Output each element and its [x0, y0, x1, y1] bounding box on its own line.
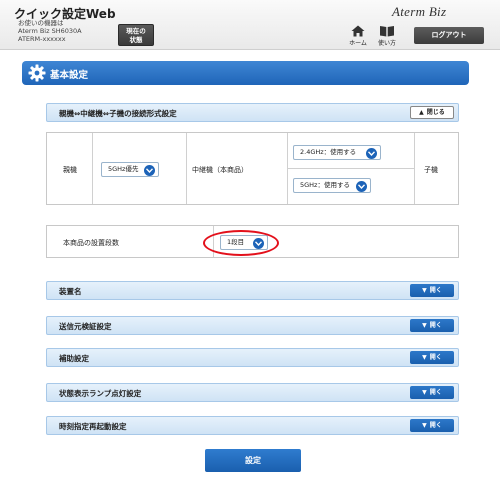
table-divider — [186, 133, 187, 204]
logout-button[interactable]: ログアウト — [414, 27, 484, 44]
parent-band-select[interactable]: 5GHz優先 — [101, 162, 159, 177]
usage-button[interactable]: 使い方 — [375, 25, 399, 47]
open-section-button[interactable]: ▼ 開く — [410, 319, 454, 332]
current-status-button[interactable]: 現在の 状態 — [118, 24, 154, 46]
table-divider — [414, 133, 415, 204]
section-device-name[interactable]: 装置名 ▼ 開く — [46, 281, 459, 300]
section-auxiliary[interactable]: 補助設定 ▼ 開く — [46, 348, 459, 367]
chevron-down-icon: ▼ — [422, 422, 427, 429]
band-5ghz-value: 5GHz：使用する — [300, 181, 350, 189]
home-label: ホーム — [349, 40, 367, 47]
parent-label: 親機 — [63, 166, 77, 174]
close-label: 閉じる — [426, 109, 445, 116]
section-title: 状態表示ランプ点灯設定 — [59, 389, 142, 398]
model-caption: お使いの機器は — [18, 19, 64, 27]
chevron-down-icon — [356, 180, 367, 192]
open-label: 開く — [429, 389, 442, 396]
chevron-down-icon: ▼ — [422, 389, 427, 396]
chevron-up-icon: ▲ — [419, 109, 424, 116]
open-section-button[interactable]: ▼ 開く — [410, 351, 454, 364]
section-title: 補助設定 — [59, 354, 89, 363]
section-scheduled-reboot[interactable]: 時刻指定再起動設定 ▼ 開く — [46, 416, 459, 435]
chevron-down-icon: ▼ — [422, 322, 427, 329]
section-status-lamp[interactable]: 状態表示ランプ点灯設定 ▼ 開く — [46, 383, 459, 402]
connection-section-title: 親機⇔中継機⇔子機の接続形式設定 — [59, 109, 177, 118]
book-icon — [380, 26, 394, 37]
open-label: 開く — [429, 422, 442, 429]
section-title: 装置名 — [59, 287, 82, 296]
child-label: 子機 — [424, 166, 438, 174]
header: クイック設定Web お使いの機器は Aterm Biz SH6030A ATER… — [0, 0, 500, 50]
section-source-verification[interactable]: 送信元検証設定 ▼ 開く — [46, 316, 459, 335]
table-divider — [287, 168, 414, 169]
submit-button[interactable]: 設定 — [205, 449, 301, 472]
repeater-label: 中継機（本商品） — [192, 166, 248, 174]
connection-table: 親機 5GHz優先 中継機（本商品） 2.4GHz：使用する 5GHz：使用する… — [46, 132, 459, 205]
section-title: 時刻指定再起動設定 — [59, 422, 127, 431]
close-section-button[interactable]: ▲ 閉じる — [410, 106, 454, 119]
table-divider — [92, 133, 93, 204]
page-title-bar: 基本設定 — [22, 61, 469, 85]
usage-label: 使い方 — [377, 40, 396, 47]
status-button-label: 現在の 状態 — [126, 27, 146, 44]
model-name: Aterm Biz SH6030A — [18, 27, 82, 35]
brand-logo: Aterm Biz — [392, 4, 447, 19]
home-button[interactable]: ホーム — [346, 25, 370, 47]
gear-icon — [28, 64, 46, 82]
open-section-button[interactable]: ▼ 開く — [410, 284, 454, 297]
open-label: 開く — [429, 322, 442, 329]
home-icon — [351, 25, 365, 37]
open-label: 開く — [429, 287, 442, 294]
open-label: 開く — [429, 354, 442, 361]
chevron-down-icon: ▼ — [422, 287, 427, 294]
parent-band-value: 5GHz優先 — [108, 165, 139, 173]
band-24ghz-select[interactable]: 2.4GHz：使用する — [293, 145, 381, 160]
connection-section-header[interactable]: 親機⇔中継機⇔子機の接続形式設定 ▲ 閉じる — [46, 103, 459, 122]
section-title: 送信元検証設定 — [59, 322, 112, 331]
band-24ghz-value: 2.4GHz：使用する — [300, 148, 357, 156]
chevron-down-icon — [366, 147, 377, 159]
highlight-annotation — [203, 230, 279, 256]
open-section-button[interactable]: ▼ 開く — [410, 386, 454, 399]
page-title: 基本設定 — [50, 70, 89, 81]
open-section-button[interactable]: ▼ 開く — [410, 419, 454, 432]
model-id: ATERM-xxxxxx — [18, 35, 66, 43]
install-stage-label: 本商品の設置段数 — [63, 239, 119, 247]
chevron-down-icon: ▼ — [422, 354, 427, 361]
band-5ghz-select[interactable]: 5GHz：使用する — [293, 178, 371, 193]
chevron-down-icon — [144, 164, 155, 176]
